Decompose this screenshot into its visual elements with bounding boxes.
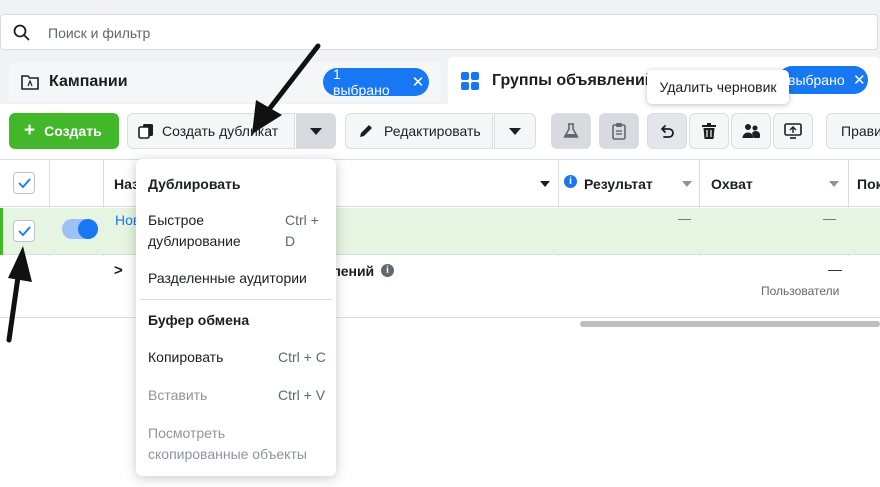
info-icon[interactable]: i bbox=[564, 175, 577, 188]
rules-button-label: Прави bbox=[841, 123, 880, 139]
undo-button[interactable] bbox=[647, 113, 687, 149]
menu-item-view-copied[interactable]: Посмотреть bbox=[148, 425, 225, 441]
clipboard-button[interactable] bbox=[599, 113, 639, 149]
check-icon bbox=[18, 226, 31, 236]
campaigns-selected-badge[interactable]: 1 выбрано ✕ bbox=[323, 66, 429, 98]
tab-campaigns-label: Кампании bbox=[49, 73, 128, 90]
close-icon[interactable]: ✕ bbox=[407, 73, 429, 91]
check-icon bbox=[18, 178, 31, 188]
menu-heading-clipboard: Буфер обмена bbox=[148, 312, 250, 328]
select-all-checkbox[interactable] bbox=[13, 172, 35, 194]
people-icon bbox=[742, 124, 760, 138]
column-header-next[interactable]: Пок bbox=[857, 176, 880, 192]
menu-item-label: дублирование bbox=[148, 233, 241, 249]
chevron-down-icon bbox=[310, 127, 322, 135]
adsets-selected-badge[interactable]: выбрано ✕ bbox=[778, 66, 868, 94]
flask-icon bbox=[563, 123, 579, 138]
duplicate-dropdown-menu: Дублировать Быстрое дублирование Ctrl + … bbox=[136, 159, 336, 476]
ab-test-button[interactable] bbox=[551, 113, 591, 149]
table-summary-row bbox=[0, 256, 880, 318]
preview-icon bbox=[784, 123, 802, 139]
menu-heading-duplicate: Дублировать bbox=[148, 176, 241, 192]
adsets-selected-text: выбрано bbox=[788, 72, 845, 88]
duplicate-dropdown-button[interactable] bbox=[296, 113, 336, 149]
menu-item-paste[interactable]: Вставить bbox=[148, 387, 207, 403]
plus-icon: + bbox=[24, 120, 36, 141]
row-selected-indicator bbox=[0, 208, 3, 255]
create-button-label: Создать bbox=[44, 123, 102, 139]
menu-item-shortcut: Ctrl + bbox=[285, 212, 319, 228]
edit-button[interactable]: Редактировать bbox=[345, 113, 493, 149]
info-icon[interactable]: i bbox=[381, 264, 394, 277]
summary-reach-value: — bbox=[828, 261, 842, 277]
pencil-icon bbox=[360, 125, 372, 137]
edit-dropdown-button[interactable] bbox=[494, 113, 536, 149]
grid-icon bbox=[461, 72, 479, 90]
audience-button[interactable] bbox=[731, 113, 771, 149]
rules-button[interactable]: Прави bbox=[826, 113, 880, 149]
tab-adsets-label: Группы объявлений bbox=[492, 72, 655, 89]
campaigns-selected-text: 1 выбрано bbox=[333, 66, 390, 98]
menu-item-view-copied-line2[interactable]: скопированные объекты bbox=[148, 446, 307, 462]
menu-divider bbox=[140, 299, 332, 300]
column-header-reach[interactable]: Охват bbox=[711, 176, 753, 192]
search-icon bbox=[13, 24, 30, 41]
summary-reach-unit: Пользователи bbox=[761, 284, 840, 298]
duplicate-icon bbox=[138, 124, 153, 139]
edit-button-label: Редактировать bbox=[384, 123, 481, 139]
column-header-result[interactable]: Результат bbox=[584, 176, 653, 192]
chevron-down-icon[interactable] bbox=[540, 181, 550, 187]
chevron-down-icon bbox=[509, 127, 521, 135]
search-input[interactable]: Поиск и фильтр bbox=[48, 25, 150, 41]
clipboard-icon bbox=[612, 123, 626, 140]
close-icon[interactable]: ✕ bbox=[851, 71, 868, 89]
duplicate-button-label: Создать дубликат bbox=[162, 123, 279, 139]
menu-item-shortcut: Ctrl + V bbox=[278, 387, 326, 403]
row-result-value: — bbox=[678, 211, 691, 226]
trash-icon bbox=[702, 123, 716, 139]
preview-button[interactable] bbox=[773, 113, 813, 149]
menu-item-label: Быстрое bbox=[148, 212, 205, 228]
menu-item-copy[interactable]: Копировать bbox=[148, 349, 223, 365]
menu-item-shortcut: D bbox=[285, 233, 296, 249]
summary-label: лений bbox=[332, 263, 375, 279]
folder-icon bbox=[21, 75, 39, 90]
delete-button[interactable] bbox=[689, 113, 729, 149]
chevron-right-icon[interactable]: > bbox=[114, 262, 123, 279]
horizontal-scrollbar[interactable] bbox=[580, 321, 880, 327]
status-toggle[interactable] bbox=[62, 219, 98, 239]
chevron-down-icon[interactable] bbox=[829, 181, 839, 187]
tooltip: Удалить черновик bbox=[647, 70, 789, 104]
menu-item-shortcut: Ctrl + C bbox=[278, 349, 326, 365]
row-reach-value: — bbox=[823, 211, 836, 226]
toggle-knob bbox=[78, 219, 98, 239]
menu-item-split-audiences[interactable]: Разделенные аудитории bbox=[148, 270, 307, 286]
create-button[interactable]: + Создать bbox=[9, 113, 119, 149]
undo-icon bbox=[661, 125, 674, 138]
duplicate-button[interactable]: Создать дубликат bbox=[127, 113, 295, 149]
search-bar[interactable]: Поиск и фильтр bbox=[0, 14, 878, 50]
chevron-down-icon[interactable] bbox=[682, 181, 692, 187]
row-checkbox[interactable] bbox=[13, 220, 35, 242]
